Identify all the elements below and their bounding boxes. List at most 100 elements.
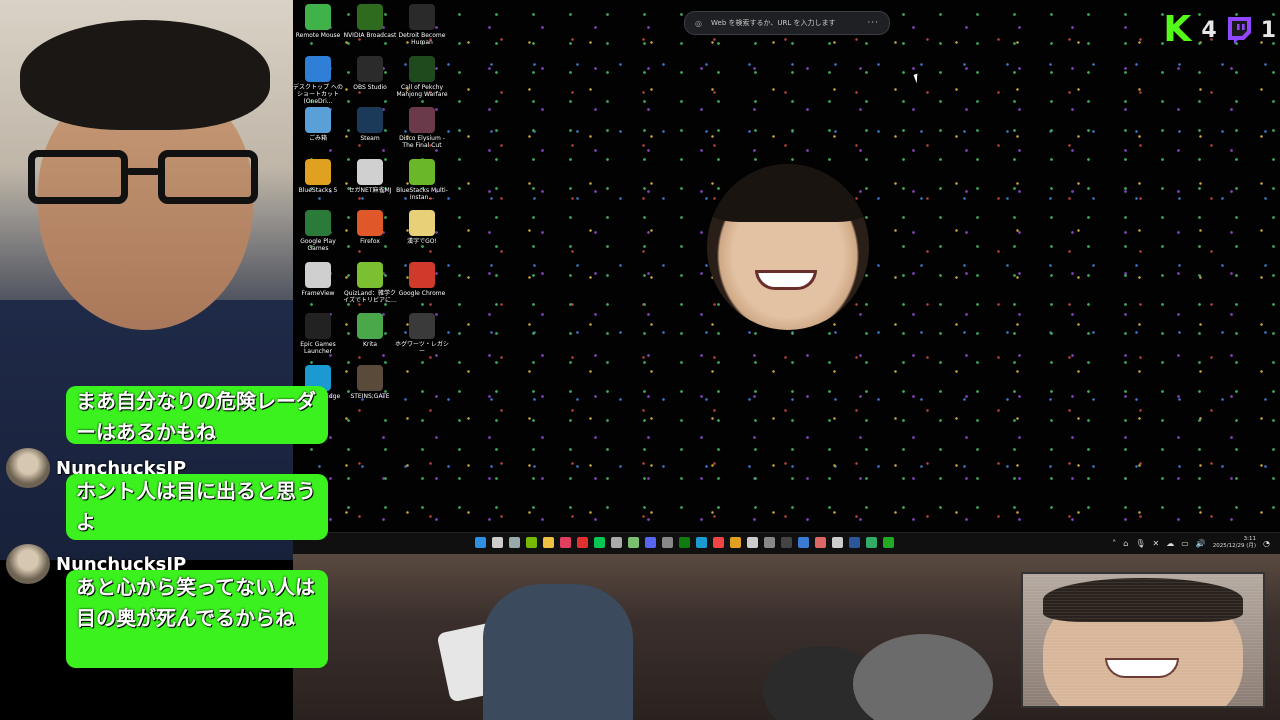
guest-face-cutout [707, 164, 869, 330]
chat-message-bubble: ホント人は目に出ると思うよ [66, 474, 328, 540]
chevron-up-icon[interactable]: ˄ [1112, 539, 1116, 548]
app-icon-3[interactable] [662, 537, 673, 548]
kick-logo-icon: K [1163, 9, 1192, 50]
desktop-icon-label: セガNET麻雀MJ [348, 186, 392, 194]
obs-desktop-shortcut[interactable]: OBS Studio [343, 55, 397, 91]
app-icon-7[interactable] [832, 537, 843, 548]
edge-icon[interactable] [696, 537, 707, 548]
recycle-bin-desktop-shortcut[interactable]: ごみ箱 [291, 107, 345, 142]
photo-icon[interactable] [815, 537, 826, 548]
discord-icon[interactable] [645, 537, 656, 548]
steering-wheel-object [853, 634, 993, 720]
obs-icon[interactable] [781, 537, 792, 548]
disco-elysium-icon [409, 107, 435, 133]
detroit-icon [409, 4, 435, 30]
app-icon-6[interactable] [764, 537, 775, 548]
google-play-games-desktop-shortcut[interactable]: Google Play Games [291, 210, 345, 252]
record-icon[interactable] [577, 537, 588, 548]
display-icon[interactable]: ▭ [1181, 539, 1189, 548]
notification-icon[interactable]: ◔ [1263, 539, 1270, 548]
desktop-icon-label: Krita [362, 341, 378, 348]
app-icon-9[interactable] [883, 537, 894, 548]
more-options-icon[interactable]: ··· [867, 18, 879, 28]
mahjong-desktop-shortcut[interactable]: Call of Pekchy Mahjong Warfare [395, 55, 449, 98]
network-icon[interactable]: ⌂ [1123, 539, 1128, 548]
desktop[interactable]: ◎ Web を検索するか、URL を入力します ··· Remote Mouse… [293, 0, 1280, 532]
desktop-icon-label: BlueStacks 5 [298, 186, 338, 194]
taskbar-clock[interactable]: 3:11 2025/12/29 (月) [1213, 536, 1256, 550]
desktop-icon-label: 漢字でGO! [407, 238, 437, 245]
search-icon[interactable] [492, 537, 503, 548]
desktop-icon-label: ホグワーツ・レガシー [395, 341, 449, 355]
hogwarts-desktop-shortcut[interactable]: ホグワーツ・レガシー [395, 313, 449, 355]
glasses-icon [28, 150, 268, 208]
chrome-icon [409, 261, 435, 288]
email-icon[interactable] [798, 537, 809, 548]
frameview-icon [305, 261, 331, 288]
onedrive-desktop-shortcut[interactable]: デスクトップ へのショートカット (OneDri... [291, 55, 345, 105]
bluestacks-icon [305, 158, 331, 185]
krita-desktop-shortcut[interactable]: Krita [343, 313, 397, 348]
kanji-go-desktop-shortcut[interactable]: 漢字でGO! [395, 210, 449, 245]
taskbar-app-icons [475, 537, 894, 548]
user-avatar [6, 544, 50, 584]
desktop-icon-label: Steam [360, 135, 380, 142]
volume-icon[interactable]: 🔊 [1196, 539, 1206, 548]
app-icon-4[interactable] [730, 537, 741, 548]
desktop-icon-label: BlueStacks Multi-Instan... [396, 186, 448, 201]
desktop-icon-label: Remote Mouse [295, 32, 341, 39]
desktop-icon-label: Detroit Become Human [398, 32, 446, 46]
recycle-bin-icon [305, 107, 331, 133]
close-icon[interactable]: ✕ [1153, 539, 1160, 548]
frameview-desktop-shortcut[interactable]: FrameView [291, 261, 345, 297]
remote-mouse-desktop-shortcut[interactable]: Remote Mouse [291, 4, 345, 39]
nvidia-app-icon[interactable] [526, 537, 537, 548]
google-play-games-icon [305, 210, 331, 236]
chat-overlay: まあ自分なりの危険レーダーはあるかもね NunchucksJP ホント人は目に出… [0, 386, 340, 720]
desktop-icon-label: Firefox [360, 238, 380, 245]
steam-desktop-shortcut[interactable]: Steam [343, 107, 397, 142]
desktop-icon-label: STEINS;GATE [350, 392, 390, 400]
chat-message-bubble: あと心から笑ってない人は目の奥が死んでるからね [66, 570, 328, 668]
app-icon-5[interactable] [747, 537, 758, 548]
chrome-icon[interactable] [713, 537, 724, 548]
browser-search-bar[interactable]: ◎ Web を検索するか、URL を入力します ··· [684, 11, 890, 35]
search-input[interactable]: Web を検索するか、URL を入力します [711, 18, 867, 28]
desktop-icon-label: ごみ箱 [308, 135, 327, 142]
chrome-desktop-shortcut[interactable]: Google Chrome [395, 261, 449, 297]
desktop-icon-label: FrameView [301, 289, 335, 297]
desktop-icon-label: QuizLand：雑学クイズでトリビアに... [343, 289, 397, 304]
windows-start-icon[interactable] [475, 537, 486, 548]
app-icon-8[interactable] [866, 537, 877, 548]
word-icon[interactable] [849, 537, 860, 548]
firefox-desktop-shortcut[interactable]: Firefox [343, 210, 397, 245]
disco-elysium-desktop-shortcut[interactable]: Disco Elysium - The Final Cut [395, 107, 449, 149]
nvidia-desktop-shortcut[interactable]: NVIDIA Broadcast [343, 4, 397, 39]
bluestacks-desktop-shortcut[interactable]: BlueStacks 5 [291, 158, 345, 194]
viewer-count-overlay: K 4 1 [1163, 12, 1280, 48]
app-icon[interactable] [560, 537, 571, 548]
epic-games-desktop-shortcut[interactable]: Epic Games Launcher [291, 313, 345, 355]
line-icon[interactable] [594, 537, 605, 548]
detroit-desktop-shortcut[interactable]: Detroit Become Human [395, 4, 449, 46]
chat-message-bubble: まあ自分なりの危険レーダーはあるかもね [66, 386, 328, 444]
sega-mj-desktop-shortcut[interactable]: セガNET麻雀MJ [343, 158, 397, 194]
microphone-icon[interactable]: 🎙 [1135, 539, 1145, 548]
file-explorer-icon[interactable] [543, 537, 554, 548]
quizland-desktop-shortcut[interactable]: QuizLand：雑学クイズでトリビアに... [343, 261, 397, 304]
bluestacks-multi-desktop-shortcut[interactable]: BlueStacks Multi-Instan... [395, 158, 449, 201]
bluestacks-multi-icon [409, 158, 435, 185]
task-view-icon[interactable] [509, 537, 520, 548]
xbox-icon[interactable] [679, 537, 690, 548]
twitch-viewer-count: 1 [1260, 17, 1276, 43]
firefox-icon [357, 210, 383, 236]
obs-icon [357, 55, 383, 82]
steins-gate-desktop-shortcut[interactable]: STEINS;GATE [343, 364, 397, 400]
kanji-go-icon [409, 210, 435, 236]
cloud-icon[interactable]: ☁ [1166, 539, 1174, 548]
app-icon-2[interactable] [611, 537, 622, 548]
v-app-icon[interactable] [628, 537, 639, 548]
stream-screen: ◎ Web を検索するか、URL を入力します ··· Remote Mouse… [0, 0, 1280, 720]
chat-message-text: あと心から笑ってない人は目の奥が死んでるからね [76, 575, 315, 630]
clock-date: 2025/12/29 (月) [1212, 543, 1257, 549]
